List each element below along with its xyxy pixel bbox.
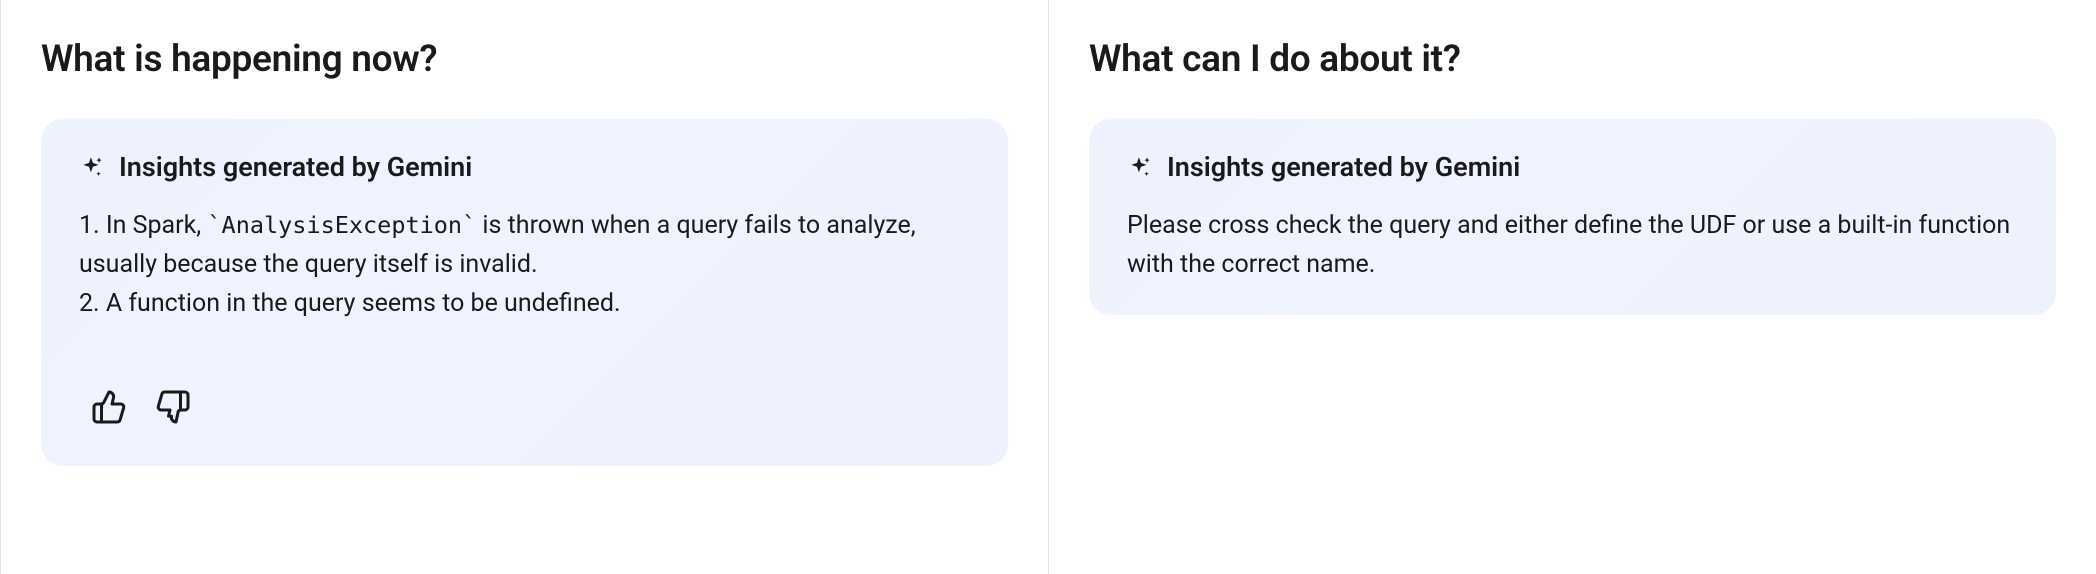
insight-line-2: 2. A function in the query seems to be u… bbox=[79, 285, 970, 324]
insight-title: Insights generated by Gemini bbox=[119, 151, 472, 183]
insight-header: Insights generated by Gemini bbox=[1127, 151, 2018, 183]
insights-container: What is happening now? Insights generate… bbox=[0, 0, 2096, 574]
sparkle-icon bbox=[1127, 154, 1153, 180]
sparkle-icon bbox=[79, 154, 105, 180]
insight-card-what-to-do: Insights generated by Gemini Please cros… bbox=[1089, 119, 2056, 315]
insight-body: Please cross check the query and either … bbox=[1127, 207, 2018, 285]
feedback-row bbox=[79, 385, 970, 432]
panel-heading-what-to-do: What can I do about it? bbox=[1089, 38, 2056, 81]
insight-line-1: 1. In Spark, `AnalysisException` is thro… bbox=[79, 207, 970, 285]
insight-title: Insights generated by Gemini bbox=[1167, 151, 1520, 183]
panel-heading-whats-happening: What is happening now? bbox=[41, 38, 1008, 81]
panel-what-to-do: What can I do about it? Insights generat… bbox=[1048, 0, 2096, 574]
insight-code-token: `AnalysisException` bbox=[207, 211, 476, 239]
insight-line-1-prefix: 1. In Spark, bbox=[79, 211, 207, 240]
panel-whats-happening: What is happening now? Insights generate… bbox=[0, 0, 1048, 574]
insight-body: 1. In Spark, `AnalysisException` is thro… bbox=[79, 207, 970, 323]
thumbs-up-button[interactable] bbox=[87, 385, 131, 432]
thumbs-up-icon bbox=[91, 389, 127, 428]
thumbs-down-icon bbox=[155, 389, 191, 428]
insight-header: Insights generated by Gemini bbox=[79, 151, 970, 183]
thumbs-down-button[interactable] bbox=[151, 385, 195, 432]
insight-card-whats-happening: Insights generated by Gemini 1. In Spark… bbox=[41, 119, 1008, 466]
